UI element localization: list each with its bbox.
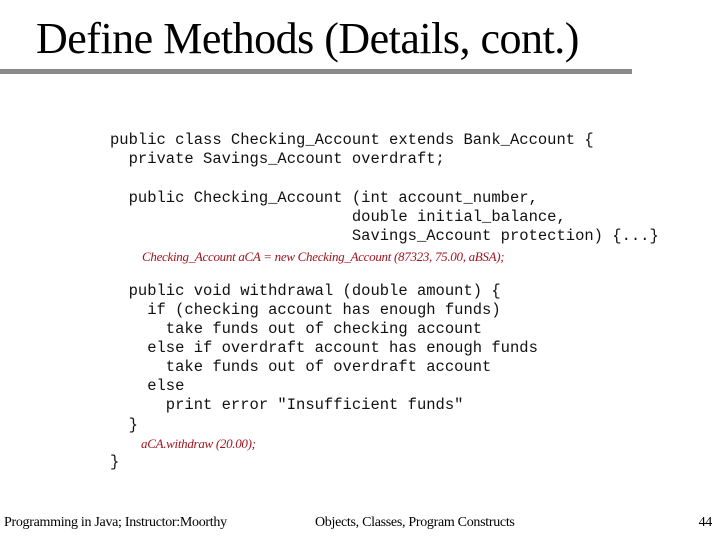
constructor-call-annotation: Checking_Account aCA = new Checking_Acco…	[142, 249, 505, 264]
code-line: if (checking account has enough funds)	[110, 301, 501, 319]
code-line: }	[110, 416, 138, 434]
code-line: else	[110, 377, 185, 395]
code-line: public void withdrawal (double amount) {	[110, 282, 501, 300]
code-line: public class Checking_Account extends Ba…	[110, 131, 594, 149]
code-line: take funds out of overdraft account	[110, 358, 492, 376]
code-line: public Checking_Account (int account_num…	[110, 189, 538, 207]
code-line: Savings_Account protection) {...}	[110, 227, 659, 245]
code-line: else if overdraft account has enough fun…	[110, 339, 538, 357]
title-underline-divider	[0, 69, 632, 74]
code-line: print error "Insufficient funds"	[110, 396, 464, 414]
code-line: double initial_balance,	[110, 208, 566, 226]
footer-course: Programming in Java; Instructor:Moorthy	[4, 515, 227, 530]
code-line: private Savings_Account overdraft;	[110, 150, 445, 168]
slide-title: Define Methods (Details, cont.)	[36, 14, 579, 63]
code-line: }	[110, 453, 120, 471]
page-number: 44	[698, 515, 713, 530]
withdraw-call-annotation: aCA.withdraw (20.00);	[141, 436, 256, 451]
footer-topic: Objects, Classes, Program Constructs	[315, 515, 515, 530]
code-line: take funds out of checking account	[110, 320, 483, 338]
